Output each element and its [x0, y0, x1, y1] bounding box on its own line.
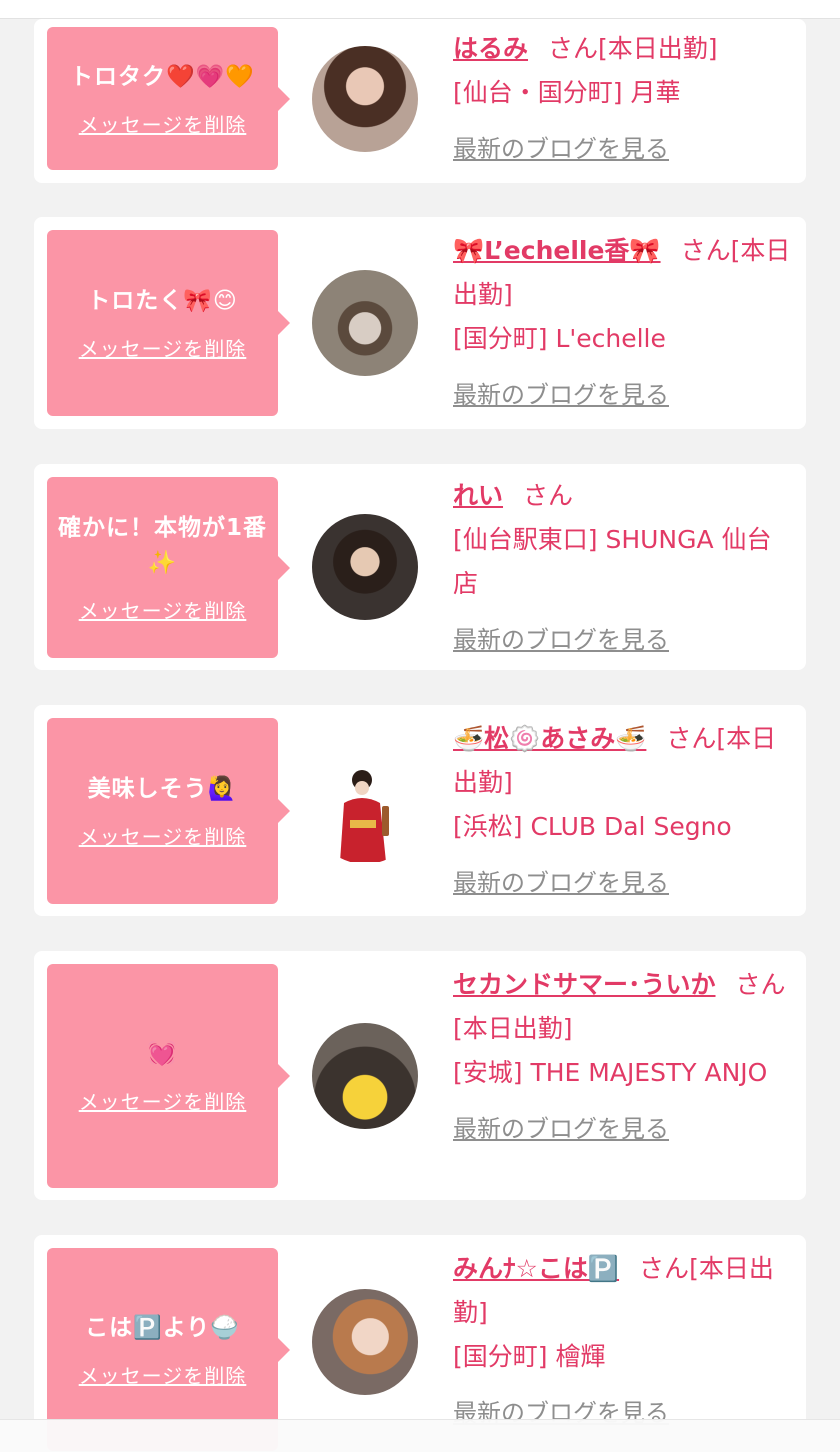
profile-info: セカンドサマー･ういか さん [本日出勤] [安城] THE MAJESTY ANJ… — [453, 963, 793, 1151]
avatar[interactable] — [312, 46, 418, 152]
delete-message-link[interactable]: メッセージを削除 — [79, 109, 247, 138]
profile-name-link[interactable]: 🎀L’echelle香🎀 — [453, 236, 661, 265]
message-text: こは🅿️より🍚 — [85, 1314, 240, 1341]
latest-blog-link[interactable]: 最新のブログを見る — [453, 1107, 669, 1151]
message-text: 💓 — [147, 1041, 178, 1067]
profile-info: みんﾅ☆こは🅿️ さん[本日出勤] [国分町] 檜輝 最新のブログを見る — [453, 1247, 793, 1435]
honorific: さん — [735, 970, 786, 999]
shop-name: [国分町] 檜輝 — [453, 1342, 606, 1371]
shop-name: [安城] THE MAJESTY ANJO — [453, 1058, 768, 1087]
honorific: さん — [680, 236, 731, 265]
shop-name: [仙台駅東口] SHUNGA 仙台店 — [453, 525, 772, 598]
delete-message-link[interactable]: メッセージを削除 — [79, 333, 247, 362]
work-status: [本日出勤] — [453, 1014, 573, 1043]
message-bubble: 確かに！本物が1番✨ メッセージを削除 — [47, 477, 290, 658]
message-bubble: トロタク❤️💗🧡 メッセージを削除 — [47, 27, 290, 170]
message-text: トロタク❤️💗🧡 — [70, 63, 255, 90]
profile-name-link[interactable]: セカンドサマー･ういか — [453, 970, 716, 999]
honorific: さん — [666, 724, 717, 753]
message-card: トロタク❤️💗🧡 メッセージを削除 はるみ さん[本日出勤] [仙台・国分町] 月… — [34, 19, 806, 183]
message-card: トロたく🎀😊 メッセージを削除 🎀L’echelle香🎀 さん[本日出勤] [国分… — [34, 217, 806, 429]
message-text: トロたく🎀😊 — [87, 288, 238, 314]
profile-info: 🍜松🍥あさみ🍜 さん[本日出勤] [浜松] CLUB Dal Segno 最新のブ… — [453, 717, 793, 905]
work-status: [本日出勤] — [598, 34, 718, 63]
latest-blog-link[interactable]: 最新のブログを見る — [453, 373, 669, 417]
message-bubble: 美味しそう🙋‍♀️ メッセージを削除 — [47, 718, 290, 904]
message-bubble: 💓 メッセージを削除 — [47, 964, 290, 1188]
profile-name-link[interactable]: れい — [453, 481, 503, 510]
shop-name: [国分町] L'echelle — [453, 324, 666, 353]
delete-message-link[interactable]: メッセージを削除 — [79, 595, 247, 624]
message-card: 確かに！本物が1番✨ メッセージを削除 れい さん [仙台駅東口] SHUNGA … — [34, 464, 806, 670]
avatar[interactable] — [312, 758, 418, 864]
shop-name: [仙台・国分町] 月華 — [453, 78, 681, 107]
profile-info: れい さん [仙台駅東口] SHUNGA 仙台店 最新のブログを見る — [453, 474, 793, 662]
profile-info: はるみ さん[本日出勤] [仙台・国分町] 月華 最新のブログを見る — [453, 27, 793, 171]
avatar[interactable] — [312, 1289, 418, 1395]
latest-blog-link[interactable]: 最新のブログを見る — [453, 618, 669, 662]
profile-name-link[interactable]: はるみ — [453, 34, 528, 63]
latest-blog-link[interactable]: 最新のブログを見る — [453, 127, 669, 171]
message-text: 確かに！本物が1番✨ — [57, 515, 267, 576]
shop-name: [浜松] CLUB Dal Segno — [453, 812, 732, 841]
top-bar — [0, 0, 840, 19]
honorific: さん — [639, 1254, 690, 1283]
delete-message-link[interactable]: メッセージを削除 — [79, 1360, 247, 1389]
profile-info: 🎀L’echelle香🎀 さん[本日出勤] [国分町] L'echelle 最新の… — [453, 229, 793, 417]
bottom-bar — [0, 1419, 840, 1452]
message-card: 💓 メッセージを削除 セカンドサマー･ういか さん [本日出勤] [安城] THE … — [34, 951, 806, 1200]
delete-message-link[interactable]: メッセージを削除 — [79, 1086, 247, 1115]
avatar[interactable] — [312, 270, 418, 376]
profile-name-link[interactable]: 🍜松🍥あさみ🍜 — [453, 724, 646, 753]
delete-message-link[interactable]: メッセージを削除 — [79, 821, 247, 850]
honorific: さん — [548, 34, 599, 63]
avatar[interactable] — [312, 1023, 418, 1129]
message-card: 美味しそう🙋‍♀️ メッセージを削除 🍜松🍥あさみ🍜 さん[本日出勤] [浜松] … — [34, 705, 806, 916]
message-text: 美味しそう🙋‍♀️ — [87, 776, 238, 802]
message-bubble: トロたく🎀😊 メッセージを削除 — [47, 230, 290, 416]
avatar[interactable] — [312, 514, 418, 620]
avatar-kimono-figure — [340, 770, 389, 862]
latest-blog-link[interactable]: 最新のブログを見る — [453, 861, 669, 905]
profile-name-link[interactable]: みんﾅ☆こは🅿️ — [453, 1254, 619, 1283]
honorific: さん — [523, 481, 574, 510]
